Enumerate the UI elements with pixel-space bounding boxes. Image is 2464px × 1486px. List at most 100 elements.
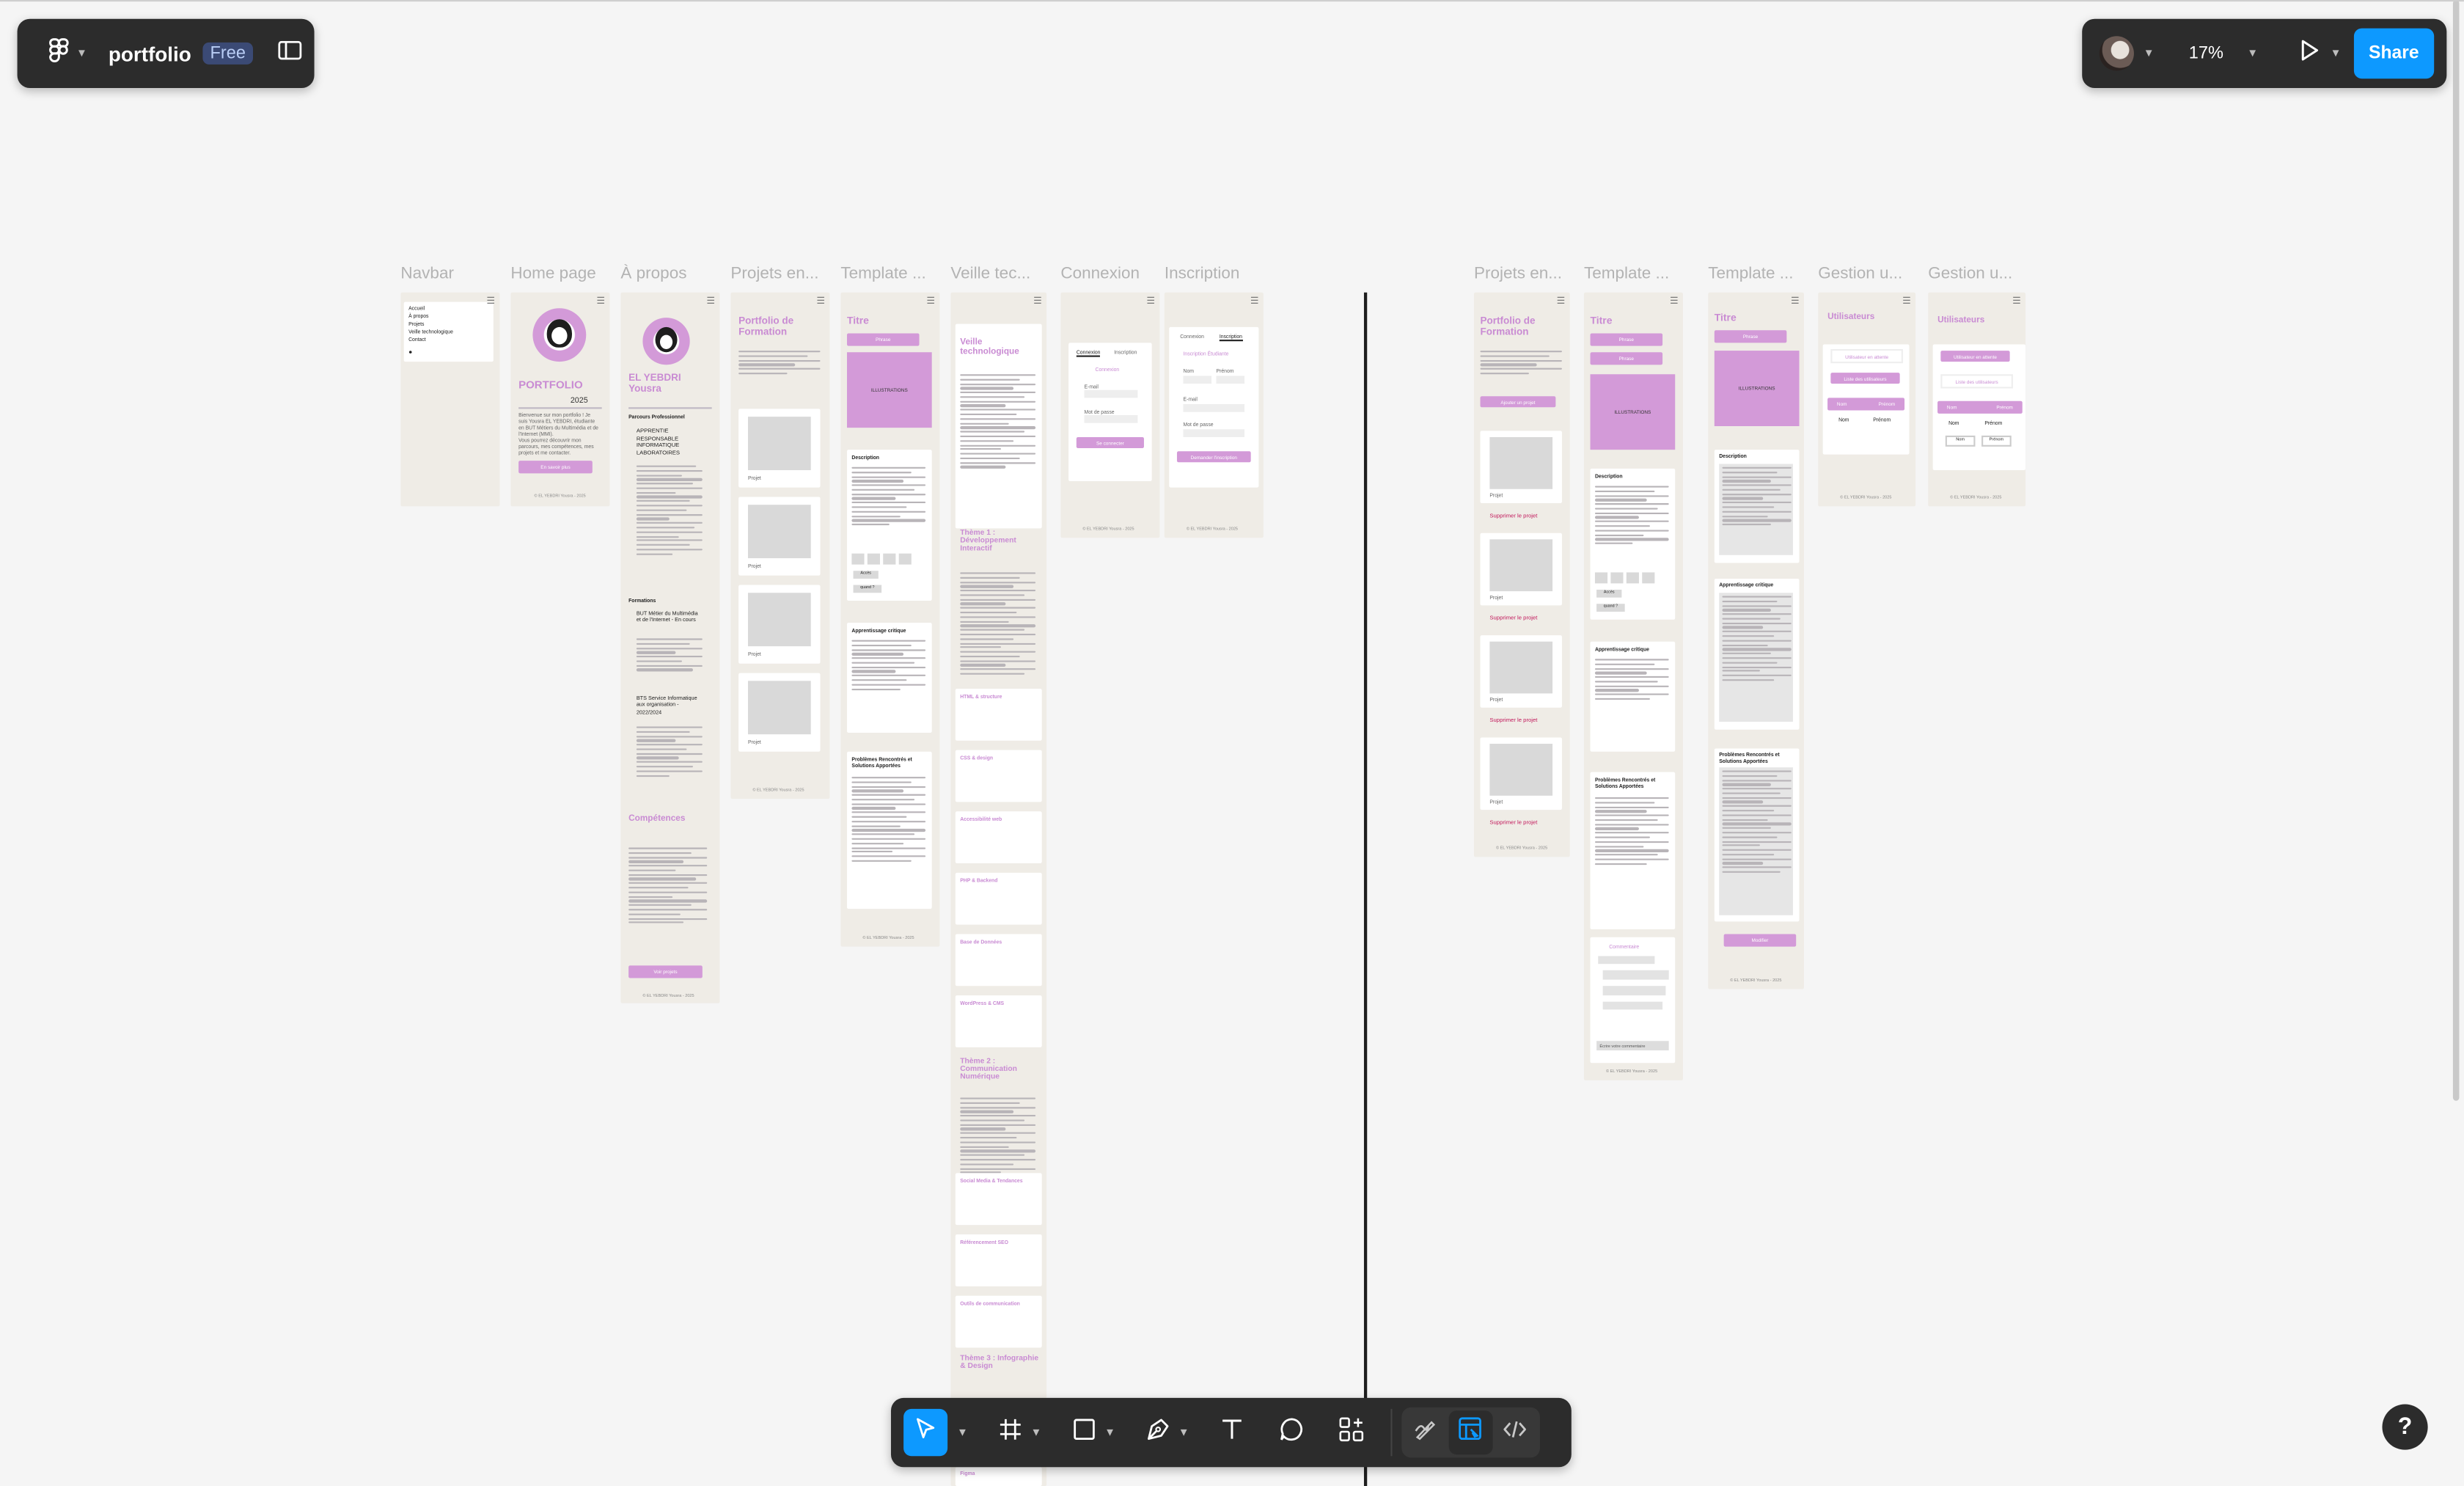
project-card[interactable]: Projet [1480,532,1562,606]
frame-tool-button[interactable] [987,1409,1034,1456]
tab-inscription[interactable]: Inscription [1114,349,1137,356]
shape-tool-chevron-icon[interactable]: ▼ [1104,1427,1115,1438]
hamburger-icon[interactable]: ☰ [2012,296,2021,307]
hamburger-icon[interactable]: ☰ [1791,296,1800,307]
project-card[interactable]: Projet [1480,737,1562,810]
pen-tool-chevron-icon[interactable]: ▼ [1178,1427,1189,1438]
hamburger-icon[interactable]: ☰ [1146,296,1155,307]
veille-topic[interactable]: Référencement SEO [955,1234,1042,1286]
access-chip[interactable]: Accès [1596,589,1622,598]
zoom-control[interactable]: 17% ▼ [2173,33,2267,74]
toggle-sidebar-button[interactable] [266,30,313,77]
avatar-chevron-icon[interactable]: ▼ [2144,48,2155,59]
veille-topic[interactable]: Social Media & Tendances [955,1173,1042,1226]
frame-home-page[interactable]: ☰ PORTFOLIO 2025 Bienvenue sur mon portf… [510,292,610,507]
add-project-button[interactable]: Ajouter un projet [1480,396,1556,408]
nav-item-accueil[interactable]: Accueil [408,305,425,312]
nav-item-veille[interactable]: Veille technologique [408,329,453,335]
actions-button[interactable] [1327,1409,1374,1456]
frame-inscription[interactable]: ☰ Connexion Inscription Inscription Étud… [1164,292,1264,538]
pending-users-button[interactable]: Utilisateur en attente [1940,351,2010,362]
shape-tool-button[interactable] [1060,1409,1107,1456]
delete-project-link[interactable]: Supprimer le projet [1489,717,1537,725]
users-list-button[interactable]: Liste des utilisateurs [1830,373,1900,384]
nav-item-contact[interactable]: Contact [408,337,426,343]
login-button[interactable]: Se connecter [1076,437,1144,449]
frame-title-gestion-1[interactable]: Gestion u... [1818,264,1902,283]
hamburger-icon[interactable]: ☰ [596,296,605,307]
hamburger-icon[interactable]: ☰ [816,296,825,307]
nav-item-a-propos[interactable]: À propos [408,313,428,320]
hamburger-icon[interactable]: ☰ [1670,296,1679,307]
frame-template-2[interactable]: ☰ Titre Phrase Phrase ILLUSTRATIONS Desc… [1583,292,1683,1080]
frame-title-veille[interactable]: Veille tec... [950,264,1030,283]
plan-badge[interactable]: Free [202,42,254,65]
access-chip[interactable]: Accès [853,571,879,579]
when-chip[interactable]: quand ? [1596,604,1625,612]
project-card[interactable]: Projet [1480,635,1562,708]
prenom-field[interactable] [1216,376,1245,384]
hamburger-icon[interactable]: ☰ [1033,296,1042,307]
frame-title-gestion-2[interactable]: Gestion u... [1928,264,2012,283]
frame-veille[interactable]: ☰ Veille technologique Thème 1 : Dévelop… [950,292,1047,1486]
veille-topic[interactable]: CSS & design [955,750,1042,802]
problemes-card[interactable]: Problèmes Rencontrés et Solutions Apport… [1714,748,1800,922]
present-chevron-icon[interactable]: ▼ [2331,48,2342,59]
dev-mode-button[interactable] [1492,1410,1536,1454]
project-card[interactable]: Projet [738,409,821,488]
veille-topic[interactable]: PHP & Backend [955,872,1042,925]
delete-project-link[interactable]: Supprimer le projet [1489,615,1537,622]
frame-title-connexion[interactable]: Connexion [1060,264,1140,283]
move-tool-chevron-icon[interactable]: ▼ [957,1427,968,1438]
frame-title-template-3[interactable]: Template ... [1708,264,1793,283]
template-tag-2[interactable]: Phrase [1590,352,1663,365]
nom-field[interactable] [1183,376,1212,384]
template-tag[interactable]: Phrase [1590,333,1663,346]
frame-gestion-2[interactable]: ☰ Utilisateurs Utilisateur en attente Li… [1928,292,2026,507]
frame-projets-1[interactable]: ☰ Portfolio de Formation Projet Projet P… [730,292,830,799]
hamburger-icon[interactable]: ☰ [486,296,495,307]
comment-input[interactable]: Écrire votre commentaire [1596,1041,1669,1051]
password-field[interactable] [1084,414,1138,423]
about-projects-button[interactable]: Voir projets [628,965,703,978]
share-button[interactable]: Share [2353,28,2434,79]
present-button[interactable] [2287,30,2333,77]
frame-title-home-page[interactable]: Home page [510,264,595,283]
frame-projets-2[interactable]: ☰ Portfolio de Formation Ajouter un proj… [1473,292,1570,857]
hamburger-icon[interactable]: ☰ [706,296,715,307]
vertical-scrollbar[interactable] [2452,0,2460,1101]
tab-connexion[interactable]: Connexion [1180,334,1204,340]
veille-topic[interactable]: WordPress & CMS [955,995,1042,1047]
pen-tool-button[interactable] [1134,1409,1181,1456]
text-tool-button[interactable] [1208,1409,1255,1456]
user-avatar[interactable] [2099,36,2134,71]
hamburger-icon[interactable]: ☰ [926,296,935,307]
hamburger-icon[interactable]: ☰ [1902,296,1911,307]
users-list-tab[interactable]: Liste des utilisateurs [1940,374,2013,389]
when-chip[interactable]: quand ? [853,585,882,593]
password-field[interactable] [1183,429,1245,438]
file-name[interactable]: portfolio [109,42,191,65]
comment-tool-button[interactable] [1268,1409,1315,1456]
user-field-prenom[interactable]: Prénom [1981,435,2012,447]
tab-connexion[interactable]: Connexion [1076,349,1101,358]
user-field-nom[interactable]: Nom [1945,435,1976,447]
veille-topic[interactable]: Accessibilité web [955,811,1042,864]
frame-title-projets-1[interactable]: Projets en... [730,264,818,283]
template-tag[interactable]: Phrase [1714,330,1787,343]
veille-topic[interactable]: HTML & structure [955,689,1042,741]
email-field[interactable] [1183,403,1245,412]
hamburger-icon[interactable]: ☰ [1250,296,1259,307]
template-tag[interactable]: Phrase [846,333,920,346]
design-mode-button[interactable] [1448,1410,1493,1455]
home-cta-button[interactable]: En savoir plus [518,461,593,474]
draw-mode-button[interactable] [1404,1410,1448,1454]
frame-a-propos[interactable]: ☰ EL YEBDRI Yousra Parcours Professionne… [620,292,720,1003]
modify-button[interactable]: Modifier [1723,934,1797,947]
frame-title-template-2[interactable]: Template ... [1584,264,1669,283]
frame-title-navbar[interactable]: Navbar [400,264,454,283]
frame-gestion-1[interactable]: ☰ Utilisateurs Utilisateur en attente Li… [1818,292,1916,507]
help-button[interactable]: ? [2382,1404,2428,1450]
project-card[interactable]: Projet [738,497,821,576]
frame-title-inscription[interactable]: Inscription [1165,264,1240,283]
